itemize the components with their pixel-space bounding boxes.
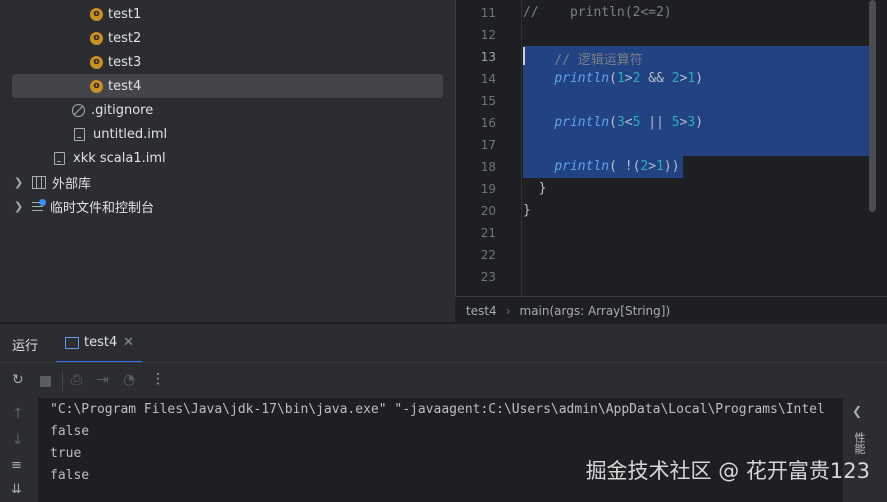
line-number: 11: [480, 6, 496, 20]
code-line: }: [523, 203, 531, 218]
console-output[interactable]: "C:\Program Files\Java\jdk-17\bin\java.e…: [38, 398, 843, 502]
tree-item-label: test1: [108, 6, 142, 22]
more-icon[interactable]: ⋮: [151, 371, 165, 387]
scala-object-icon: o: [90, 55, 103, 69]
tree-item-label: 外部库: [52, 176, 92, 192]
breadcrumb-item[interactable]: test4: [466, 304, 497, 318]
line-number: 16: [480, 116, 496, 130]
module-file-icon: [74, 127, 85, 141]
console-line: true: [50, 446, 82, 461]
stop-icon[interactable]: [40, 376, 51, 387]
code-line-text: println(1>2 && 2>1): [554, 71, 704, 86]
chevron-left-icon[interactable]: ❮: [852, 404, 862, 418]
gutter-divider: [521, 0, 522, 296]
tree-item-gitignore[interactable]: .gitignore: [72, 99, 153, 121]
coverage-icon[interactable]: ◔: [123, 372, 135, 388]
scratches-icon: [32, 198, 46, 212]
tree-item-test2[interactable]: o test2: [90, 27, 141, 49]
tree-item-external-libraries[interactable]: ❯ 外部库: [14, 171, 91, 193]
scroll-to-end-icon[interactable]: ⇊: [11, 482, 22, 497]
profiler-label[interactable]: 性能: [851, 432, 867, 454]
run-toolbar: ↻ ⎙ ⇥ ◔ ⋮: [0, 362, 887, 399]
code-line: println(1>2 && 2>1): [523, 71, 703, 86]
toolbar-divider: [62, 371, 63, 391]
project-tool-window: o test1 o test2 o test3 o test4 .gitigno…: [0, 0, 455, 322]
console-left-toolbar: ↑ ↓ ≡ ⇊: [0, 398, 38, 502]
tree-item-test4[interactable]: o test4: [12, 74, 443, 98]
scala-object-icon: o: [90, 7, 103, 21]
tree-item-label: test3: [108, 54, 142, 70]
code-line: // println(2<=2): [523, 5, 672, 20]
tree-item-xkk-scala1-iml[interactable]: xkk scala1.iml: [54, 147, 166, 169]
code-line: println( !(2>1)): [523, 159, 680, 174]
tree-item-label: untitled.iml: [93, 126, 168, 142]
breadcrumb-item[interactable]: main(args: Array[String]): [520, 304, 671, 318]
console-line: false: [50, 424, 90, 439]
library-icon: [32, 175, 46, 189]
chevron-right-icon[interactable]: ❯: [14, 176, 24, 189]
tab-label: test4: [84, 335, 118, 350]
tree-item-label: .gitignore: [91, 102, 154, 118]
console-right-sidebar: ❮ 性能: [843, 398, 887, 502]
line-number: 17: [480, 138, 496, 152]
line-number: 15: [480, 94, 496, 108]
code-line-text: println( !(2>1)): [554, 159, 680, 174]
scala-object-icon: o: [90, 79, 103, 93]
scala-object-icon: o: [90, 31, 103, 45]
screenshot-icon[interactable]: ⎙: [71, 372, 82, 388]
code-line-text: println(3<5 || 5>3): [554, 115, 704, 130]
line-number: 13: [480, 50, 496, 64]
code-line: // 逻辑运算符: [523, 53, 643, 68]
tree-item-untitled-iml[interactable]: untitled.iml: [74, 123, 167, 145]
run-panel-title: 运行: [12, 339, 39, 354]
chevron-right-icon[interactable]: ❯: [14, 200, 24, 213]
line-number: 21: [480, 226, 496, 240]
watermark: 掘金技术社区 @ 花开富贵123: [585, 459, 870, 483]
tree-item-label: 临时文件和控制台: [50, 200, 155, 216]
soft-wrap-icon[interactable]: ≡: [11, 458, 22, 473]
run-panel-header: 运行 test4 ✕: [0, 323, 887, 363]
tree-item-test1[interactable]: o test1: [90, 3, 141, 25]
line-number: 19: [480, 182, 496, 196]
console-line: "C:\Program Files\Java\jdk-17\bin\java.e…: [50, 402, 825, 417]
tab-test4[interactable]: test4 ✕: [56, 324, 142, 363]
run-config-icon: [65, 337, 79, 349]
module-file-icon: [54, 151, 65, 165]
editor-scrollbar[interactable]: [869, 0, 876, 212]
tree-item-label: xkk scala1.iml: [73, 150, 166, 166]
console-line: false: [50, 468, 90, 483]
arrow-up-icon[interactable]: ↑: [12, 406, 24, 422]
tree-item-scratches[interactable]: ❯ 临时文件和控制台: [14, 195, 154, 217]
tree-item-label: test4: [108, 78, 142, 94]
code-line: println(3<5 || 5>3): [523, 115, 703, 130]
code-editor[interactable]: 11 12 13 14 15 16 17 18 19 20 21 22 23 /…: [455, 0, 887, 296]
ignore-file-icon: [72, 103, 85, 117]
line-number: 14: [480, 72, 496, 86]
restore-layout-icon[interactable]: ⇥: [97, 372, 109, 388]
line-number: 22: [480, 248, 496, 262]
tree-item-label: test2: [108, 30, 142, 46]
rerun-icon[interactable]: ↻: [12, 372, 24, 388]
line-number: 12: [480, 28, 496, 42]
arrow-down-icon[interactable]: ↓: [12, 432, 24, 448]
breadcrumb: test4 › main(args: Array[String]): [455, 296, 887, 324]
close-icon[interactable]: ✕: [123, 335, 134, 350]
line-number: 20: [480, 204, 496, 218]
line-number: 23: [480, 270, 496, 284]
line-number: 18: [480, 160, 496, 174]
code-line: }: [523, 181, 547, 196]
tree-item-test3[interactable]: o test3: [90, 51, 141, 73]
breadcrumb-separator: ›: [505, 303, 511, 318]
